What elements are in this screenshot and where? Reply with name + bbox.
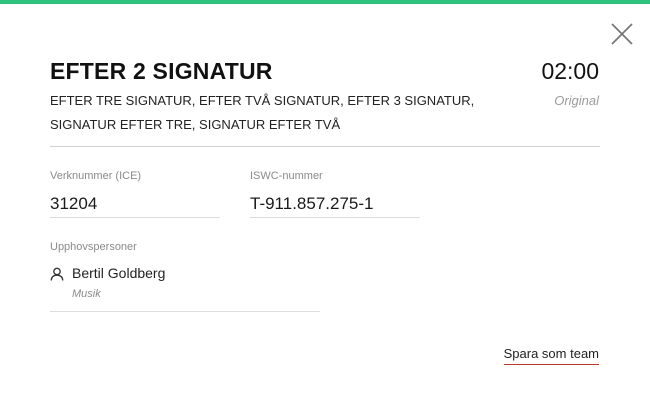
alternative-titles: EFTER TRE SIGNATUR, EFTER TVÅ SIGNATUR, … [50, 93, 475, 132]
work-title: EFTER 2 SIGNATUR [50, 58, 273, 84]
creator-role: Musik [72, 288, 101, 300]
accent-bar [0, 0, 650, 4]
iswc-underline [250, 217, 420, 218]
work-duration: 02:00 [541, 58, 599, 84]
ice-underline [50, 217, 220, 218]
header-divider [50, 146, 600, 147]
close-button[interactable] [608, 20, 636, 48]
creators-underline [50, 311, 320, 312]
work-version: Original [554, 93, 599, 108]
person-icon [50, 267, 64, 281]
ice-label: Verknummer (ICE) [50, 170, 142, 182]
ice-value: 31204 [50, 194, 98, 213]
iswc-label: ISWC-nummer [250, 170, 323, 182]
close-icon [611, 23, 633, 45]
creator-name: Bertil Goldberg [72, 265, 166, 281]
save-as-team-link[interactable]: Spara som team [503, 346, 599, 365]
iswc-value: T-911.857.275-1 [250, 194, 374, 213]
creators-label: Upphovspersoner [50, 241, 137, 253]
